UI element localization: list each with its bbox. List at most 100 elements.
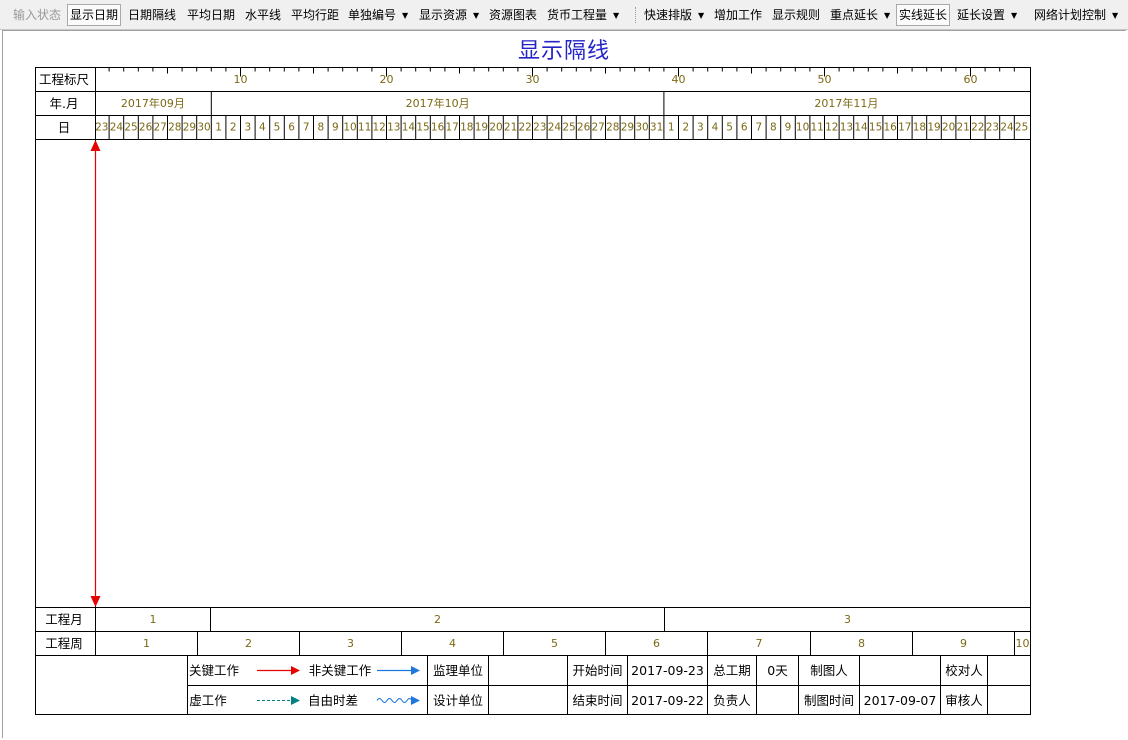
day-label: 19 [927, 122, 940, 134]
day-label: 23 [95, 122, 108, 134]
legend-free-float-label: 自由时差 [308, 693, 358, 708]
day-label: 25 [1015, 122, 1028, 134]
day-label: 26 [139, 122, 153, 134]
day-label: 3 [244, 122, 251, 134]
day-label: 22 [519, 122, 532, 134]
legend-wavy-line [376, 698, 413, 703]
day-label: 30 [197, 122, 210, 134]
legend-noncritical-work-label: 非关键工作 [309, 663, 372, 678]
month-label: 2017年10月 [406, 96, 470, 110]
project-month-label: 2 [434, 613, 441, 626]
project-month-label: 1 [150, 613, 157, 626]
day-label: 18 [460, 122, 473, 134]
day-label: 12 [825, 122, 838, 134]
day-label: 5 [274, 122, 281, 134]
project-week-label: 7 [756, 637, 763, 650]
end-time-label: 结束时间 [572, 693, 622, 708]
start-time-value: 2017-09-23 [631, 663, 704, 678]
day-label: 23 [533, 122, 546, 134]
arrow-down-icon [90, 596, 101, 607]
day-label: 9 [785, 122, 792, 134]
day-label: 16 [884, 122, 898, 134]
day-label: 8 [770, 122, 777, 134]
supervisor-unit-label: 监理单位 [433, 663, 483, 678]
arrow-right-icon [291, 696, 300, 705]
day-label: 15 [416, 122, 429, 134]
day-label: 25 [562, 122, 575, 134]
day-label: 21 [504, 122, 517, 134]
day-label: 30 [635, 122, 648, 134]
day-label: 19 [475, 122, 488, 134]
project-week-label: 2 [245, 637, 252, 650]
day-label: 24 [548, 122, 562, 134]
day-label: 28 [168, 122, 181, 134]
scale-tick-label: 60 [964, 73, 978, 86]
project-week-label: 10 [1016, 637, 1030, 650]
month-label: 2017年09月 [121, 96, 185, 110]
project-month-label: 3 [844, 613, 851, 626]
arrow-right-icon [411, 696, 420, 705]
day-label: 9 [332, 122, 339, 134]
project-week-label: 8 [858, 637, 865, 650]
draw-time-label: 制图时间 [804, 693, 854, 708]
day-label: 12 [373, 122, 386, 134]
draw-time-value: 2017-09-07 [864, 693, 937, 708]
total-duration-label: 总工期 [713, 663, 751, 678]
drafter-label: 制图人 [810, 663, 848, 678]
scale-tick-label: 20 [380, 73, 394, 86]
day-label: 7 [303, 122, 310, 134]
scale-tick-label: 40 [672, 73, 686, 86]
day-label: 31 [650, 122, 663, 134]
day-label: 16 [431, 122, 445, 134]
day-label: 11 [358, 122, 371, 134]
day-label: 17 [898, 122, 911, 134]
start-time-label: 开始时间 [572, 663, 622, 678]
day-label: 27 [154, 122, 167, 134]
day-label: 8 [317, 122, 324, 134]
reviewer-label: 审核人 [945, 693, 983, 708]
scale-tick-label: 10 [234, 73, 248, 86]
project-week-label: 1 [143, 637, 150, 650]
month-label: 2017年11月 [814, 96, 878, 110]
day-label: 1 [215, 122, 222, 134]
row-label-year-month: 年.月 [50, 96, 79, 111]
day-label: 2 [230, 122, 237, 134]
day-label: 13 [387, 122, 400, 134]
day-label: 22 [971, 122, 984, 134]
project-week-label: 5 [551, 637, 558, 650]
day-label: 26 [577, 122, 591, 134]
day-label: 20 [942, 122, 955, 134]
row-label-day: 日 [58, 120, 71, 135]
legend-dummy-work-label: 虚工作 [189, 693, 227, 708]
day-label: 10 [343, 122, 356, 134]
day-label: 20 [489, 122, 502, 134]
day-label: 24 [110, 122, 124, 134]
day-label: 7 [755, 122, 762, 134]
day-label: 6 [741, 122, 748, 134]
day-label: 17 [446, 122, 459, 134]
chart-border [35, 67, 1031, 715]
scale-tick-label: 50 [818, 73, 832, 86]
day-label: 5 [726, 122, 733, 134]
end-time-value: 2017-09-22 [631, 693, 704, 708]
day-label: 18 [913, 122, 926, 134]
day-label: 14 [854, 122, 868, 134]
day-label: 15 [869, 122, 882, 134]
checker-label: 校对人 [945, 663, 983, 678]
responsible-label: 负责人 [713, 693, 751, 708]
day-label: 4 [259, 122, 266, 134]
day-label: 2 [682, 122, 689, 134]
row-label-scale: 工程标尺 [39, 72, 89, 87]
project-week-label: 4 [449, 637, 456, 650]
day-label: 29 [183, 122, 196, 134]
day-label: 4 [712, 122, 719, 134]
day-label: 21 [957, 122, 970, 134]
day-label: 11 [811, 122, 824, 134]
project-week-label: 9 [960, 637, 967, 650]
project-week-label: 6 [653, 637, 660, 650]
day-label: 29 [621, 122, 634, 134]
day-label: 13 [840, 122, 853, 134]
scale-tick-label: 30 [526, 73, 540, 86]
row-label-project-week: 工程周 [45, 636, 83, 651]
day-label: 23 [986, 122, 999, 134]
